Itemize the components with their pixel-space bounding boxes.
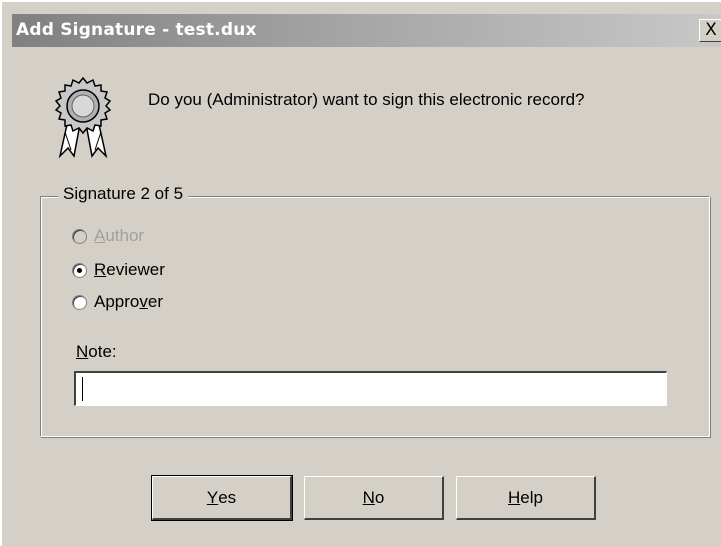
radio-author: Author	[72, 225, 144, 247]
radio-author-circle	[72, 228, 87, 244]
radio-author-label: Author	[94, 226, 145, 245]
radio-selected-dot	[77, 267, 82, 273]
add-signature-dialog: Add Signature - test.dux X Do you (Admin…	[0, 0, 721, 546]
title-bar[interactable]: Add Signature - test.dux X	[12, 14, 721, 47]
note-label: Note:	[76, 342, 117, 361]
signature-group-label: Signature 2 of 5	[58, 184, 189, 204]
radio-reviewer[interactable]: Reviewer	[72, 259, 165, 281]
radio-approver[interactable]: Approver	[72, 291, 163, 313]
sign-prompt-text: Do you (Administrator) want to sign this…	[148, 90, 585, 109]
help-button[interactable]: Help	[456, 476, 596, 520]
ribbon-seal-icon	[54, 76, 112, 159]
radio-reviewer-circle[interactable]	[72, 262, 87, 278]
close-button[interactable]: X	[699, 19, 721, 42]
no-button[interactable]: No	[304, 476, 444, 520]
yes-button[interactable]: Yes	[151, 475, 293, 521]
window-title: Add Signature - test.dux	[16, 20, 257, 40]
radio-approver-label[interactable]: Approver	[94, 292, 163, 312]
text-caret	[82, 377, 83, 401]
radio-approver-circle[interactable]	[72, 294, 87, 310]
note-input[interactable]	[74, 371, 667, 406]
radio-reviewer-label[interactable]: Reviewer	[94, 260, 165, 280]
